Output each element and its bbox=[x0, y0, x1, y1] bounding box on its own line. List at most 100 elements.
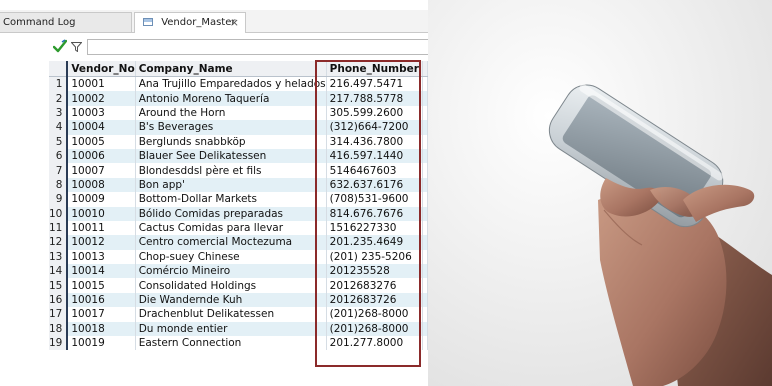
table-row[interactable]: 4 10004 B's Beverages (312)664-7200 bbox=[49, 120, 428, 135]
filler-cell bbox=[422, 177, 428, 193]
vendor-no-cell[interactable]: 10002 bbox=[67, 91, 136, 106]
vendor-no-cell[interactable]: 10017 bbox=[67, 307, 136, 322]
phone-number-cell[interactable]: 5146467603 bbox=[326, 163, 423, 178]
tab-bar: Command Log Vendor_Master × bbox=[0, 10, 428, 33]
table-row[interactable]: 9 10009 Bottom-Dollar Markets (708)531-9600 bbox=[49, 192, 428, 207]
phone-number-cell[interactable]: 416.597.1440 bbox=[326, 148, 423, 164]
company-name-cell[interactable]: Centro comercial Moctezuma bbox=[135, 235, 327, 250]
database-grid-window: Command Log Vendor_Master × Vendor_No Co… bbox=[0, 0, 428, 386]
company-name-cell[interactable]: Chop-suey Chinese bbox=[135, 249, 327, 265]
vendor-no-cell[interactable]: 10003 bbox=[67, 105, 136, 121]
tab-vendor-master[interactable]: Vendor_Master × bbox=[134, 12, 246, 33]
table-row[interactable]: 5 10005 Berglunds snabbköp 314.436.7800 bbox=[49, 134, 428, 149]
company-name-cell[interactable]: Bólido Comidas preparadas bbox=[135, 206, 327, 221]
company-name-cell[interactable]: Drachenblut Delikatessen bbox=[135, 307, 327, 322]
vendor-no-cell[interactable]: 10013 bbox=[67, 249, 136, 265]
phone-number-cell[interactable]: 314.436.7800 bbox=[326, 134, 423, 149]
table-row[interactable]: 14 10014 Comércio Mineiro 201235528 bbox=[49, 264, 428, 279]
phone-number-cell[interactable]: (312)664-7200 bbox=[326, 120, 423, 135]
company-name-cell[interactable]: Berglunds snabbköp bbox=[135, 134, 327, 149]
table-row[interactable]: 2 10002 Antonio Moreno Taquería 217.788.577… bbox=[49, 91, 428, 106]
vendor-no-cell[interactable]: 10007 bbox=[67, 163, 136, 178]
row-number-header bbox=[49, 61, 69, 77]
company-name-cell[interactable]: Bon app' bbox=[135, 177, 327, 193]
table-row[interactable]: 6 10006 Blauer See Delikatessen 416.597.144… bbox=[49, 148, 428, 164]
filler-cell bbox=[422, 163, 428, 178]
table-row[interactable]: 1 10001 Ana Trujillo Emparedados y helados… bbox=[49, 76, 428, 92]
row-number: 16 bbox=[49, 292, 69, 308]
vendor-no-cell[interactable]: 10006 bbox=[67, 148, 136, 164]
row-number: 2 bbox=[49, 91, 69, 106]
phone-number-cell[interactable]: 814.676.7676 bbox=[326, 206, 423, 221]
table-row[interactable]: 13 10013 Chop-suey Chinese (201) 235-5206 bbox=[49, 249, 428, 265]
filter-input[interactable] bbox=[87, 39, 428, 55]
company-name-cell[interactable]: Blauer See Delikatessen bbox=[135, 148, 327, 164]
phone-number-cell[interactable]: 201235528 bbox=[326, 264, 423, 279]
phone-number-cell[interactable]: 1516227330 bbox=[326, 220, 423, 236]
company-name-cell[interactable]: Bottom-Dollar Markets bbox=[135, 192, 327, 207]
phone-number-cell[interactable]: (201)268-8000 bbox=[326, 307, 423, 322]
row-number: 15 bbox=[49, 278, 69, 293]
vendor-no-cell[interactable]: 10012 bbox=[67, 235, 136, 250]
vendor-no-cell[interactable]: 10005 bbox=[67, 134, 136, 149]
company-name-cell[interactable]: Cactus Comidas para llevar bbox=[135, 220, 327, 236]
company-name-cell[interactable]: Antonio Moreno Taquería bbox=[135, 91, 327, 106]
phone-number-cell[interactable]: (201) 235-5206 bbox=[326, 249, 423, 265]
funnel-icon[interactable] bbox=[71, 42, 82, 52]
table-row[interactable]: 8 10008 Bon app' 632.637.6176 bbox=[49, 177, 428, 193]
phone-number-cell[interactable]: 201.235.4649 bbox=[326, 235, 423, 250]
company-name-cell[interactable]: Consolidated Holdings bbox=[135, 278, 327, 293]
vendor-no-cell[interactable]: 10018 bbox=[67, 321, 136, 337]
vendor-no-cell[interactable]: 10008 bbox=[67, 177, 136, 193]
vendor-no-cell[interactable]: 10016 bbox=[67, 292, 136, 308]
phone-number-cell[interactable]: 217.788.5778 bbox=[326, 91, 423, 106]
table-row[interactable]: 19 10019 Eastern Connection 201.277.8000 bbox=[49, 336, 428, 351]
vendor-no-cell[interactable]: 10004 bbox=[67, 120, 136, 135]
table-row[interactable]: 10 10010 Bólido Comidas preparadas 814.676.… bbox=[49, 206, 428, 221]
company-name-cell[interactable]: Die Wandernde Kuh bbox=[135, 292, 327, 308]
phone-number-cell[interactable]: 201.277.8000 bbox=[326, 336, 423, 351]
company-name-cell[interactable]: Ana Trujillo Emparedados y helados bbox=[135, 76, 327, 92]
table-row[interactable]: 11 10011 Cactus Comidas para llevar 1516227… bbox=[49, 220, 428, 236]
table-row[interactable]: 18 10018 Du monde entier (201)268-8000 bbox=[49, 321, 428, 337]
table-row[interactable]: 12 10012 Centro comercial Moctezuma 201.235… bbox=[49, 235, 428, 250]
phone-number-cell[interactable]: 305.599.2600 bbox=[326, 105, 423, 121]
company-name-cell[interactable]: Blondesddsl père et fils bbox=[135, 163, 327, 178]
filler-cell bbox=[422, 91, 428, 106]
company-name-cell[interactable]: B's Beverages bbox=[135, 120, 327, 135]
phone-number-cell[interactable]: (708)531-9600 bbox=[326, 192, 423, 207]
table-row[interactable]: 16 10016 Die Wandernde Kuh 2012683726 bbox=[49, 292, 428, 308]
vendor-no-cell[interactable]: 10014 bbox=[67, 264, 136, 279]
table-row[interactable]: 3 10003 Around the Horn 305.599.2600 bbox=[49, 105, 428, 121]
column-header-company-name[interactable]: Company_Name bbox=[135, 61, 327, 77]
company-name-cell[interactable]: Comércio Mineiro bbox=[135, 264, 327, 279]
phone-number-cell[interactable]: 2012683276 bbox=[326, 278, 423, 293]
filter-bar bbox=[0, 33, 428, 61]
vendor-no-cell[interactable]: 10009 bbox=[67, 192, 136, 207]
phone-number-cell[interactable]: (201)268-8000 bbox=[326, 321, 423, 337]
table-row[interactable]: 17 10017 Drachenblut Delikatessen (201)268-… bbox=[49, 307, 428, 322]
vendor-no-cell[interactable]: 10010 bbox=[67, 206, 136, 221]
column-header-vendor-no[interactable]: Vendor_No bbox=[67, 61, 136, 77]
vendor-no-cell[interactable]: 10015 bbox=[67, 278, 136, 293]
table-row[interactable]: 15 10015 Consolidated Holdings 2012683276 bbox=[49, 278, 428, 293]
table-row[interactable]: 7 10007 Blondesddsl père et fils 5146467603 bbox=[49, 163, 428, 178]
tab-command-log[interactable]: Command Log bbox=[0, 12, 132, 32]
vendor-no-cell[interactable]: 10019 bbox=[67, 336, 136, 351]
company-name-cell[interactable]: Du monde entier bbox=[135, 321, 327, 337]
checkmark-filter-icon[interactable] bbox=[53, 39, 67, 53]
close-icon[interactable]: × bbox=[230, 13, 239, 33]
company-name-cell[interactable]: Around the Horn bbox=[135, 105, 327, 121]
vendor-no-cell[interactable]: 10001 bbox=[67, 76, 136, 92]
column-header-filler bbox=[422, 61, 428, 77]
phone-number-cell[interactable]: 632.637.6176 bbox=[326, 177, 423, 193]
company-name-cell[interactable]: Eastern Connection bbox=[135, 336, 327, 351]
column-header-phone-number[interactable]: Phone_Number bbox=[326, 61, 423, 77]
phone-number-cell[interactable]: 2012683726 bbox=[326, 292, 423, 308]
vendor-no-cell[interactable]: 10011 bbox=[67, 220, 136, 236]
hand-holding-phone-photo bbox=[428, 0, 772, 386]
phone-number-cell[interactable]: 216.497.5471 bbox=[326, 76, 423, 92]
row-number: 11 bbox=[49, 220, 69, 236]
row-number: 1 bbox=[49, 76, 69, 92]
filler-cell bbox=[422, 148, 428, 164]
